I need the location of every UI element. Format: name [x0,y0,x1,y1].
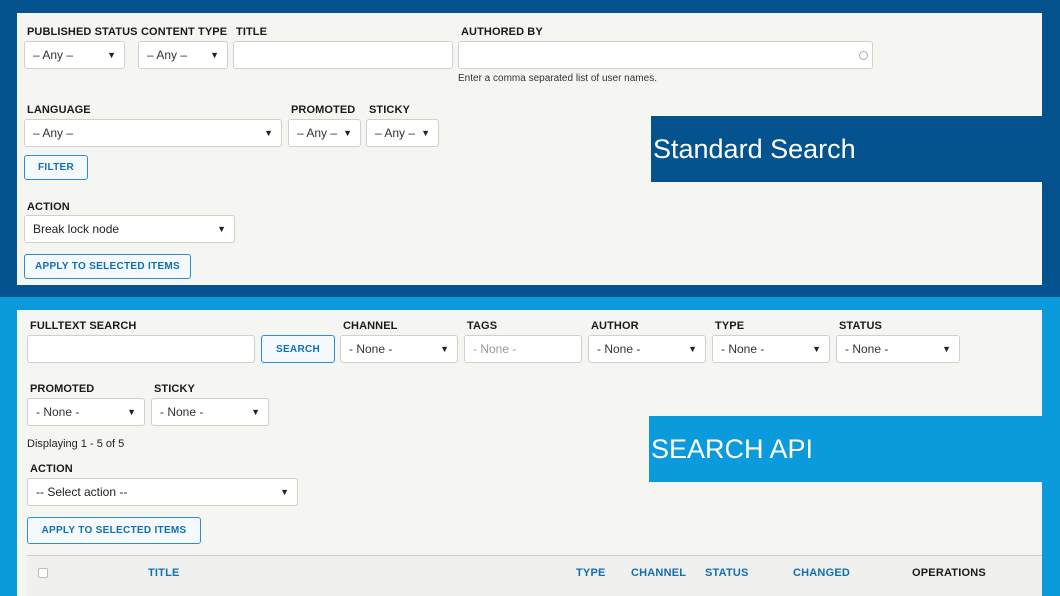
chevron-down-icon: ▼ [127,407,136,417]
promoted-value: – Any – [297,126,338,140]
fulltext-search-input[interactable] [27,335,255,363]
action-select[interactable]: Break lock node ▼ [24,215,235,243]
language-label: LANGUAGE [27,104,91,116]
column-title[interactable]: TITLE [148,567,180,579]
author-select[interactable]: - None - ▼ [588,335,706,363]
chevron-down-icon: ▼ [812,344,821,354]
type-value: - None - [721,342,765,356]
authored-by-label: AUTHORED BY [461,26,543,38]
type-select[interactable]: - None - ▼ [712,335,830,363]
title-input[interactable] [233,41,453,69]
column-type[interactable]: TYPE [576,567,606,579]
promoted-select[interactable]: - None - ▼ [27,398,145,426]
sticky-label: STICKY [154,383,195,395]
action-value: -- Select action -- [36,485,128,499]
chevron-down-icon: ▼ [217,224,226,234]
content-type-value: – Any – [147,48,188,62]
column-status[interactable]: STATUS [705,567,749,579]
author-value: - None - [597,342,641,356]
published-status-value: – Any – [33,48,74,62]
tags-placeholder: - None - [473,342,517,356]
chevron-down-icon: ▼ [688,344,697,354]
sticky-select[interactable]: - None - ▼ [151,398,269,426]
select-all-checkbox[interactable] [38,568,48,578]
sticky-value: – Any – [375,126,416,140]
search-api-banner: SEARCH API [649,416,1042,482]
promoted-select[interactable]: – Any – ▼ [288,119,361,147]
fulltext-search-label: FULLTEXT SEARCH [30,320,137,332]
filter-button[interactable]: FILTER [24,155,88,180]
sticky-label: STICKY [369,104,410,116]
standard-search-banner: Standard Search [651,116,1042,182]
chevron-down-icon: ▼ [280,487,289,497]
action-label: ACTION [30,463,73,475]
promoted-value: - None - [36,405,80,419]
type-label: TYPE [715,320,745,332]
column-operations: OPERATIONS [912,567,986,579]
chevron-down-icon: ▼ [440,344,449,354]
channel-select[interactable]: - None - ▼ [340,335,458,363]
chevron-down-icon: ▼ [107,50,116,60]
channel-label: CHANNEL [343,320,398,332]
authored-by-help: Enter a comma separated list of user nam… [458,73,657,84]
chevron-down-icon: ▼ [343,128,352,138]
column-channel[interactable]: CHANNEL [631,567,686,579]
language-select[interactable]: – Any – ▼ [24,119,282,147]
sticky-select[interactable]: – Any – ▼ [366,119,439,147]
column-changed[interactable]: CHANGED [793,567,850,579]
promoted-label: PROMOTED [30,383,95,395]
promoted-label: PROMOTED [291,104,356,116]
results-table-header: TITLE TYPE CHANNEL STATUS CHANGED OPERAT… [27,555,1042,596]
action-label: ACTION [27,201,70,213]
tags-label: TAGS [467,320,498,332]
channel-value: - None - [349,342,393,356]
action-value: Break lock node [33,222,120,236]
chevron-down-icon: ▼ [251,407,260,417]
apply-to-selected-button[interactable]: APPLY TO SELECTED ITEMS [27,517,201,544]
autocomplete-icon [859,51,868,60]
content-type-label: CONTENT TYPE [141,26,228,38]
authored-by-input[interactable] [458,41,873,69]
action-select[interactable]: -- Select action -- ▼ [27,478,298,506]
title-label: TITLE [236,26,268,38]
chevron-down-icon: ▼ [421,128,430,138]
apply-to-selected-button[interactable]: APPLY TO SELECTED ITEMS [24,254,191,279]
content-type-select[interactable]: – Any – ▼ [138,41,228,69]
status-label: STATUS [839,320,882,332]
status-value: - None - [845,342,889,356]
published-status-select[interactable]: – Any – ▼ [24,41,125,69]
author-label: AUTHOR [591,320,639,332]
chevron-down-icon: ▼ [264,128,273,138]
tags-input[interactable]: - None - [464,335,582,363]
language-value: – Any – [33,126,74,140]
search-button[interactable]: SEARCH [261,335,335,363]
result-count: Displaying 1 - 5 of 5 [27,438,125,450]
sticky-value: - None - [160,405,204,419]
chevron-down-icon: ▼ [210,50,219,60]
published-status-label: PUBLISHED STATUS [27,26,138,38]
chevron-down-icon: ▼ [942,344,951,354]
status-select[interactable]: - None - ▼ [836,335,960,363]
